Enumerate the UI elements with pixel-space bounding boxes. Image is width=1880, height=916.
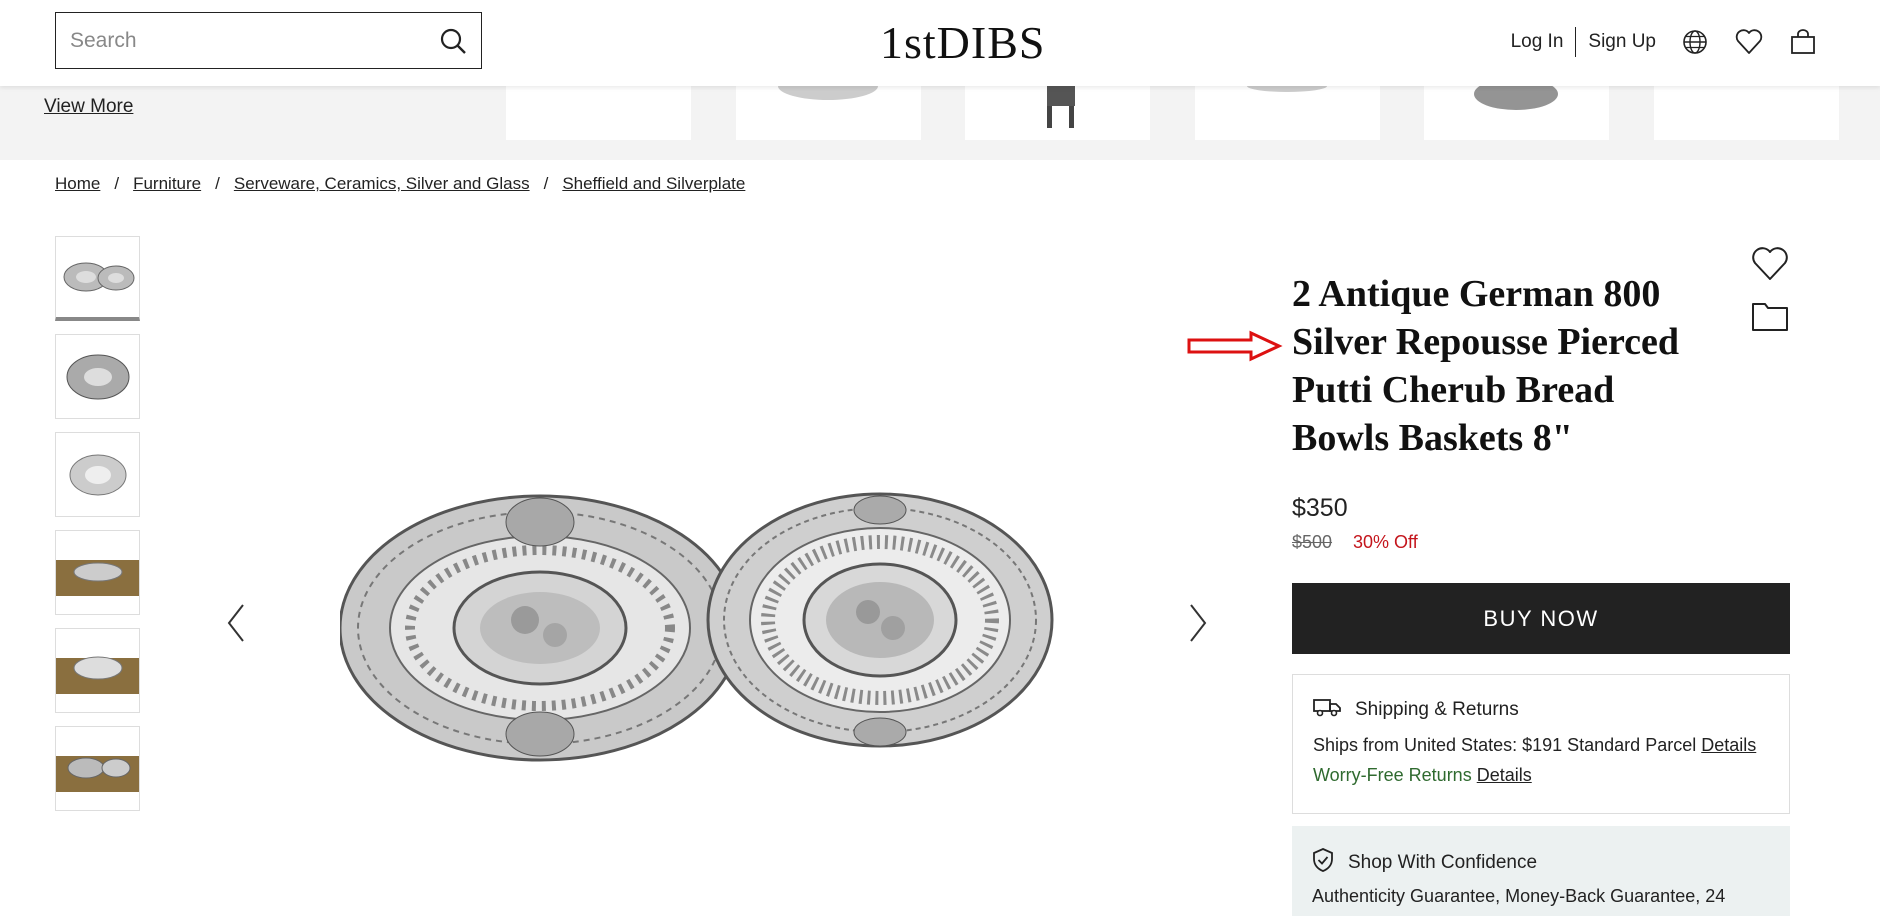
thumbnail-image [56, 531, 139, 614]
thumbnail-3[interactable] [55, 432, 140, 517]
original-price: $500 [1292, 532, 1333, 552]
returns-text: Worry-Free Returns [1313, 765, 1472, 785]
view-more-link[interactable]: View More [44, 96, 133, 118]
related-item-card[interactable] [506, 86, 691, 140]
related-item-card[interactable] [1195, 86, 1380, 140]
buy-now-button[interactable]: BUY NOW [1292, 583, 1790, 654]
shop-with-confidence-box: Shop With Confidence Authenticity Guaran… [1292, 826, 1790, 916]
related-item-image [778, 86, 878, 100]
breadcrumb-sheffield[interactable]: Sheffield and Silverplate [562, 174, 745, 194]
thumbnail-6[interactable] [55, 726, 140, 811]
right-basket [706, 492, 1054, 748]
thumbnail-image [66, 354, 129, 399]
ships-from-line: Ships from United States: $191 Standard … [1313, 735, 1756, 756]
related-item-card[interactable] [736, 86, 921, 140]
confidence-heading: Shop With Confidence [1312, 848, 1537, 878]
shipping-details-link[interactable]: Details [1701, 735, 1756, 755]
breadcrumb-separator: / [215, 174, 220, 193]
shipping-heading-text: Shipping & Returns [1355, 699, 1519, 720]
header-nav: Log In Sign Up [1511, 22, 1818, 62]
thumbnail-image [56, 727, 139, 810]
shield-check-icon [1312, 848, 1334, 878]
next-image-arrow[interactable] [1183, 598, 1213, 648]
breadcrumb-furniture[interactable]: Furniture [133, 174, 201, 194]
thumbnail-image [63, 262, 134, 292]
globe-icon[interactable] [1680, 27, 1710, 57]
related-item-image [1247, 86, 1327, 92]
logo-text: 1stDIBS [880, 17, 1046, 68]
thumbnail-1[interactable] [55, 236, 140, 321]
breadcrumb-serveware[interactable]: Serveware, Ceramics, Silver and Glass [234, 174, 530, 194]
site-header: 1stDIBS Log In Sign Up [0, 0, 1880, 86]
search-input[interactable] [56, 13, 425, 68]
confidence-text: Authenticity Guarantee, Money-Back Guara… [1312, 886, 1726, 906]
confidence-heading-text: Shop With Confidence [1348, 852, 1538, 873]
thumbnail-5[interactable] [55, 628, 140, 713]
related-items-strip: View More [0, 86, 1880, 160]
returns-details-link[interactable]: Details [1477, 765, 1532, 785]
thumbnail-2[interactable] [55, 334, 140, 419]
login-link[interactable]: Log In [1511, 31, 1564, 53]
breadcrumb-separator: / [543, 174, 549, 193]
signup-link[interactable]: Sign Up [1588, 31, 1656, 53]
search-bar[interactable] [55, 12, 482, 69]
annotation-arrow-icon [1187, 330, 1283, 362]
thumbnail-image [69, 454, 126, 495]
related-item-card[interactable] [1424, 86, 1609, 140]
heart-icon[interactable] [1734, 27, 1764, 57]
search-icon[interactable] [425, 13, 481, 68]
related-item-card[interactable] [1654, 86, 1839, 140]
main-product-image[interactable] [340, 470, 1100, 790]
related-item-image [1474, 86, 1558, 110]
left-basket [340, 494, 742, 762]
breadcrumb-home[interactable]: Home [55, 174, 100, 194]
truck-icon [1313, 697, 1341, 723]
breadcrumb: Home / Furniture / Serveware, Ceramics, … [55, 174, 745, 194]
previous-image-arrow[interactable] [221, 598, 251, 648]
thumbnail-4[interactable] [55, 530, 140, 615]
shipping-returns-box: Shipping & Returns Ships from United Sta… [1292, 674, 1790, 814]
related-item-card[interactable] [965, 86, 1150, 140]
shipping-heading: Shipping & Returns [1313, 697, 1519, 723]
related-item-image [1047, 86, 1075, 128]
returns-line: Worry-Free Returns Details [1313, 765, 1532, 786]
save-to-folder-icon[interactable] [1751, 300, 1789, 337]
favorite-heart-icon[interactable] [1751, 246, 1789, 287]
site-logo[interactable]: 1stDIBS [880, 16, 1045, 69]
shopping-bag-icon[interactable] [1788, 27, 1818, 57]
discount-label: 30% Off [1353, 532, 1418, 552]
thumbnail-image [56, 629, 139, 712]
ships-from-text: Ships from United States: $191 Standard … [1313, 735, 1697, 755]
breadcrumb-separator: / [114, 174, 120, 193]
nav-divider [1575, 27, 1577, 57]
product-title: 2 Antique German 800 Silver Repousse Pie… [1292, 273, 1679, 459]
product-price: $350 [1292, 494, 1348, 522]
